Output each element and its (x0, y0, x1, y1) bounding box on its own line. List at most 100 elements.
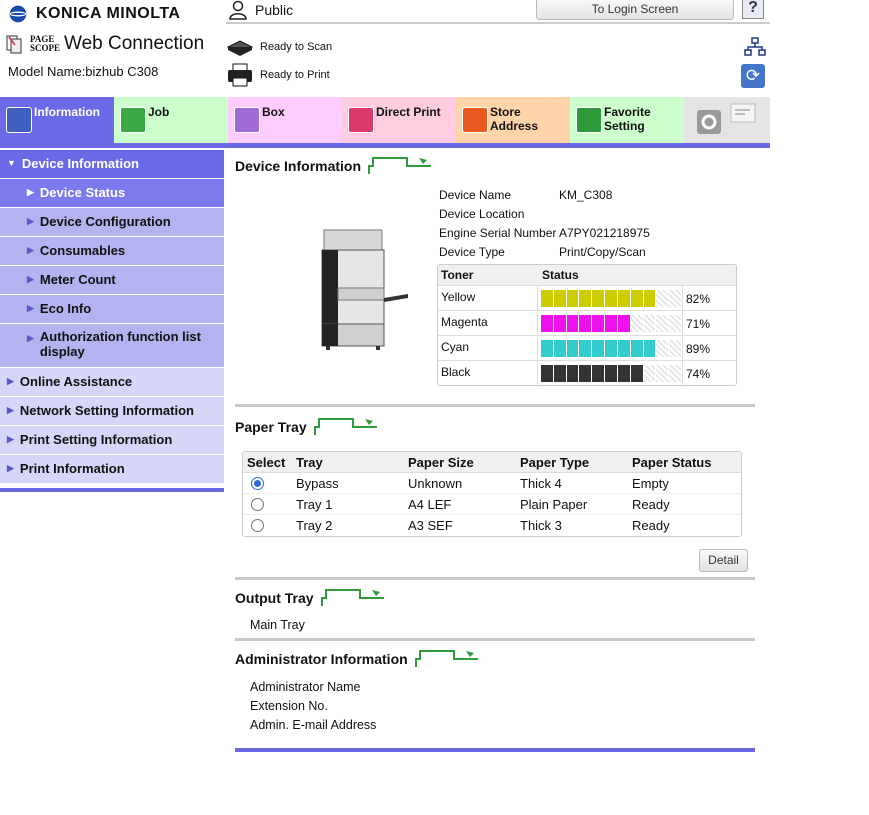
sidebar-item-network-setting-information[interactable]: ▶ Network Setting Information (0, 397, 224, 426)
settings-gear-icon (697, 110, 721, 134)
network-icon[interactable] (744, 37, 766, 57)
triangle-right-icon: ▶ (7, 463, 14, 473)
sidebar-item-authorization-function-list[interactable]: ▶ Authorization function list display (0, 324, 224, 368)
section-flag-icon (313, 418, 377, 435)
toner-row: Yellow 82% (438, 285, 736, 310)
printer-device-image (321, 229, 408, 350)
toner-level-segment (592, 315, 605, 332)
refresh-icon[interactable]: ⟳ (741, 64, 765, 88)
toner-level-segment (617, 365, 630, 382)
sidebar: ▼ Device Information ▶ Device Status ▶ Devi… (0, 150, 224, 492)
tab-favorite-setting[interactable]: Favorite Setting (570, 97, 684, 143)
admin-email-label: Admin. E-mail Address (250, 718, 377, 732)
toner-percent: 82% (686, 292, 711, 306)
toner-level-segment (553, 340, 566, 357)
toner-level-segment (630, 365, 643, 382)
toner-percent: 74% (686, 367, 711, 381)
toner-level-segment (592, 340, 605, 357)
tab-label: Box (262, 105, 285, 119)
triangle-right-icon: ▶ (27, 245, 34, 255)
toner-level-segment (541, 340, 553, 357)
toner-name: Magenta (441, 315, 488, 329)
toner-table: Toner Status Yellow 82% Magenta 71% Cyan 89% B… (437, 264, 737, 386)
section-divider (235, 577, 755, 580)
direct-print-tab-icon (348, 107, 374, 133)
toner-level-segment (592, 290, 605, 307)
toner-level-bar (541, 365, 681, 382)
triangle-right-icon: ▶ (7, 405, 14, 415)
login-screen-button[interactable]: To Login Screen (536, 0, 734, 20)
toner-name: Black (441, 365, 471, 379)
tab-box[interactable]: Box (228, 97, 342, 143)
section-flag-icon (368, 157, 432, 174)
toner-level-segment (553, 365, 566, 382)
toner-header: Toner Status (438, 265, 736, 285)
toner-level-segment (656, 365, 669, 382)
paper-tray-table: Select Tray Paper Size Paper Type Paper … (242, 451, 742, 537)
paper-size: A4 LEF (408, 497, 452, 512)
sidebar-item-device-configuration[interactable]: ▶ Device Configuration (0, 208, 224, 237)
toner-level-segment (605, 290, 617, 307)
tab-store-address[interactable]: Store Address (456, 97, 570, 143)
device-info-row: Engine Serial Number A7PY021218975 (439, 226, 650, 240)
tray-select-radio[interactable] (251, 519, 264, 532)
tray-select-radio[interactable] (251, 498, 264, 511)
user-bar: Public To Login Screen ? (226, 0, 770, 24)
toner-level-segment (579, 315, 592, 332)
sidebar-item-consumables[interactable]: ▶ Consumables (0, 237, 224, 266)
sidebar-item-device-information[interactable]: ▼ Device Information (0, 150, 224, 179)
product-title: Web Connection (64, 33, 205, 54)
tab-label: Information (34, 105, 100, 119)
paper-tray-row: Bypass Unknown Thick 4 Empty (243, 473, 741, 494)
triangle-right-icon: ▶ (27, 187, 34, 197)
admin-extension-label: Extension No. (250, 699, 328, 713)
user-name: Public (255, 2, 294, 18)
toner-level-segment (669, 315, 681, 332)
toner-level-segment (617, 340, 630, 357)
paper-status: Empty (632, 476, 669, 491)
device-info-row: Device Type Print/Copy/Scan (439, 245, 646, 259)
toner-level-segment (643, 365, 656, 382)
sidebar-item-eco-info[interactable]: ▶ Eco Info (0, 295, 224, 324)
toner-level-segment (643, 315, 656, 332)
toner-level-segment (617, 290, 630, 307)
konica-minolta-globe-icon (9, 5, 27, 23)
sidebar-item-online-assistance[interactable]: ▶ Online Assistance (0, 368, 224, 397)
toner-level-segment (605, 315, 617, 332)
sidebar-item-meter-count[interactable]: ▶ Meter Count (0, 266, 224, 295)
sidebar-item-device-status[interactable]: ▶ Device Status (0, 179, 224, 208)
tray-name: Bypass (296, 476, 339, 491)
toner-level-segment (592, 365, 605, 382)
tab-utility[interactable] (684, 97, 770, 143)
tab-information[interactable]: Information (0, 97, 114, 143)
paper-type: Plain Paper (520, 497, 588, 512)
scanner-icon (226, 40, 254, 56)
user-icon (229, 0, 247, 20)
toner-level-segment (605, 340, 617, 357)
sidebar-item-print-setting-information[interactable]: ▶ Print Setting Information (0, 426, 224, 455)
toner-level-bar (541, 290, 681, 307)
tray-name: Tray 1 (296, 497, 333, 512)
tab-job[interactable]: Job (114, 97, 228, 143)
toner-level-segment (579, 340, 592, 357)
toner-level-segment (541, 315, 553, 332)
printer-icon (228, 63, 252, 87)
tray-select-radio[interactable] (251, 477, 264, 490)
paper-tray-row: Tray 1 A4 LEF Plain Paper Ready (243, 494, 741, 515)
paper-tray-row: Tray 2 A3 SEF Thick 3 Ready (243, 515, 741, 536)
paper-type: Thick 3 (520, 518, 562, 533)
device-info-row: Device Name KM_C308 (439, 188, 613, 202)
toner-percent: 89% (686, 342, 711, 356)
paper-size: A3 SEF (408, 518, 453, 533)
print-status-text: Ready to Print (260, 69, 330, 81)
toner-level-segment (656, 340, 669, 357)
detail-button[interactable]: Detail (699, 549, 748, 572)
scan-status-text: Ready to Scan (260, 41, 333, 53)
device-info-table: Device Name KM_C308 Device Location Engin… (437, 185, 652, 263)
help-icon[interactable]: ? (742, 0, 764, 19)
paper-tray-heading: Paper Tray (235, 417, 379, 435)
toner-level-segment (643, 340, 656, 357)
sidebar-item-print-information[interactable]: ▶ Print Information (0, 455, 224, 484)
toner-level-segment (553, 315, 566, 332)
tab-direct-print[interactable]: Direct Print (342, 97, 456, 143)
